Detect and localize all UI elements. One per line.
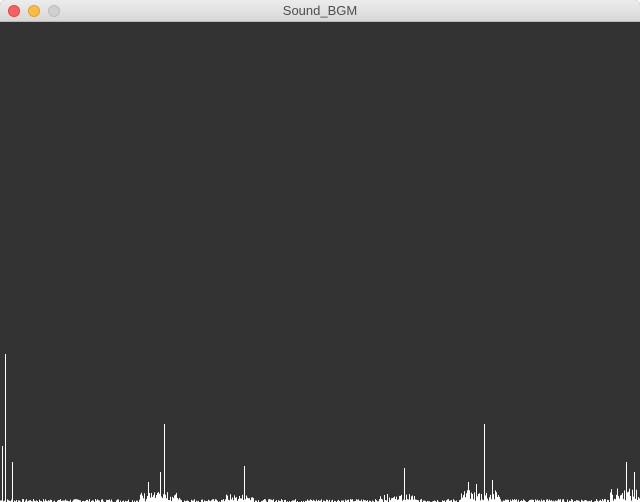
spectrum-canvas xyxy=(0,22,640,502)
title-bar[interactable]: Sound_BGM xyxy=(0,0,640,22)
spectrum-chart xyxy=(0,354,640,502)
app-window: Sound_BGM xyxy=(0,0,640,502)
window-title: Sound_BGM xyxy=(282,3,358,18)
